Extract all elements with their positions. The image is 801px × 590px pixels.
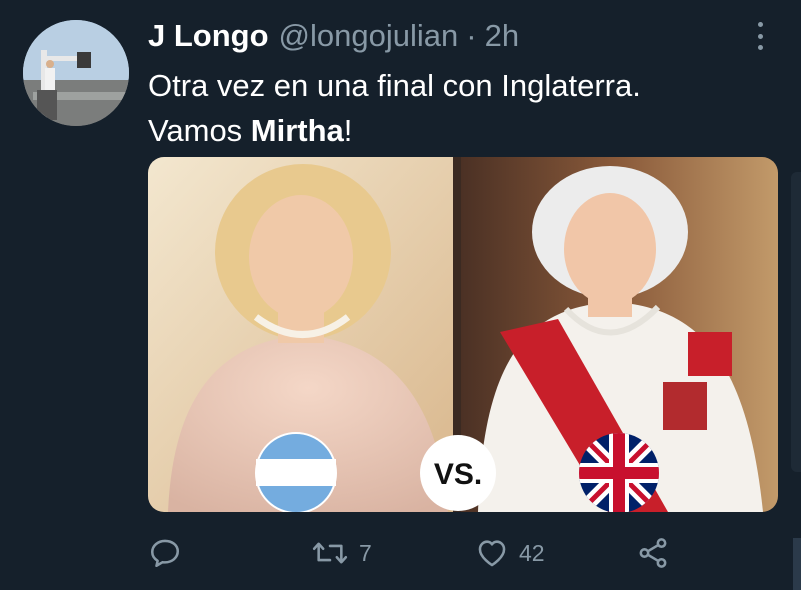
like-button[interactable]: 42	[475, 533, 545, 573]
next-media-preview	[791, 172, 801, 472]
tweet-actions: 7 42	[148, 533, 708, 573]
union-jack-flag-icon	[579, 433, 659, 512]
tweet-text-bold: Mirtha	[250, 113, 344, 148]
avatar[interactable]	[23, 20, 129, 126]
reply-icon	[150, 539, 180, 568]
header-separator: ·	[466, 18, 477, 53]
more-options-icon[interactable]	[748, 22, 772, 50]
like-count: 42	[519, 539, 545, 566]
share-button[interactable]	[636, 533, 680, 573]
tweet-text-line2: Vamos Mirtha!	[148, 108, 748, 153]
tweet-text: Otra vez en una final con Inglaterra. Va…	[148, 63, 748, 153]
share-icon	[639, 538, 667, 568]
vs-label: VS.	[434, 458, 482, 491]
tweet-media-image[interactable]: VS.	[148, 157, 778, 512]
retweet-icon	[312, 542, 348, 564]
tweet-header: J Longo @longojulian · 2h	[148, 18, 519, 54]
reply-button[interactable]	[148, 533, 192, 573]
author-handle[interactable]: @longojulian	[279, 18, 459, 54]
tweet-text-prefix: Vamos	[148, 113, 251, 148]
tweet-text-line1: Otra vez en una final con Inglaterra.	[148, 68, 641, 103]
tweet-timestamp[interactable]: 2h	[485, 18, 519, 54]
tweet-text-suffix: !	[343, 113, 353, 148]
heart-icon	[478, 540, 506, 567]
edge-fragment	[793, 538, 801, 590]
retweet-button[interactable]: 7	[311, 533, 372, 573]
author-name[interactable]: J Longo	[148, 18, 269, 54]
argentina-flag-icon	[255, 432, 337, 512]
retweet-count: 7	[359, 539, 372, 566]
